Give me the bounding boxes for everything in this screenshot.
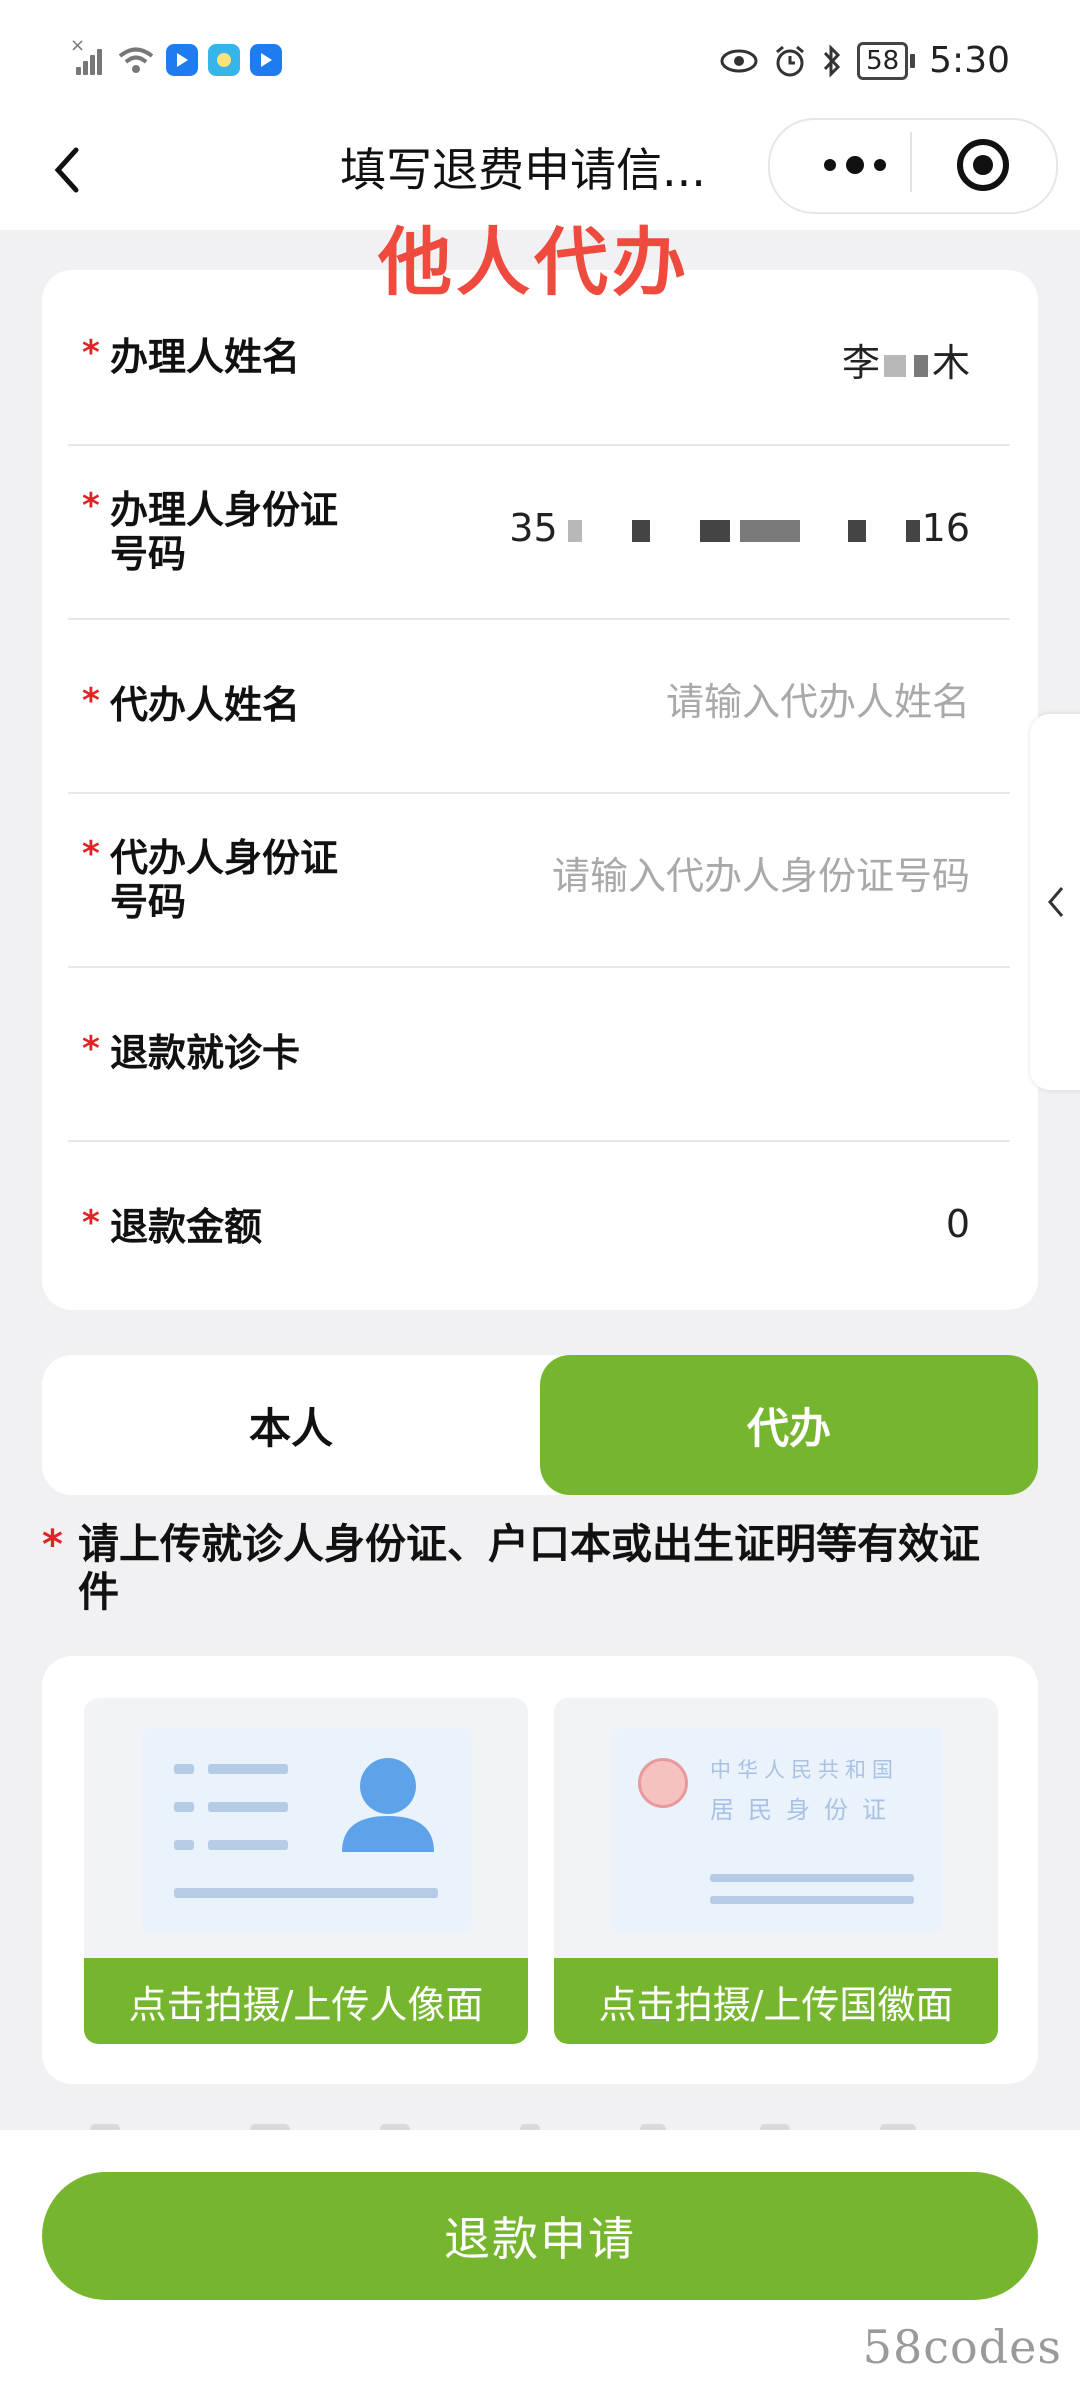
agent-id-field-wrap	[370, 854, 970, 898]
status-time: 5:30	[929, 40, 1010, 81]
field-label: * 退款就诊卡	[82, 1029, 301, 1075]
upload-front-box[interactable]: 点击拍摄/上传人像面	[84, 1698, 528, 2044]
field-label: * 代办人身份证 号码	[82, 834, 339, 924]
upload-instruction: 请上传就诊人身份证、户口本或出生证明等有效证件	[78, 1520, 980, 1616]
field-label: * 办理人姓名	[82, 333, 301, 379]
bluetooth-icon	[823, 43, 841, 78]
agent-name-input[interactable]	[450, 680, 970, 724]
form-row-handler-id: * 办理人身份证 号码 35 16	[68, 444, 1010, 620]
required-mark: *	[82, 834, 100, 874]
status-right-icons: 58 5:30	[719, 40, 1010, 81]
app-notification-icon	[166, 44, 198, 76]
alarm-icon	[776, 45, 805, 76]
eye-icon	[720, 49, 758, 72]
id-card-back-illustration: 中华人民共和国 居民身份证	[612, 1728, 942, 1932]
required-mark: *	[82, 681, 100, 721]
chevron-left-icon	[54, 147, 79, 193]
upload-back-button[interactable]: 点击拍摄/上传国徽面	[554, 1958, 998, 2044]
form-row-refund-card[interactable]: * 退款就诊卡	[68, 966, 1010, 1142]
field-label: * 退款金额	[82, 1203, 263, 1249]
toggle-agent[interactable]: 代办	[540, 1355, 1038, 1495]
weather-notification-icon	[208, 44, 240, 76]
wifi-icon	[118, 47, 154, 73]
required-mark: *	[82, 333, 100, 373]
national-emblem-icon	[638, 1758, 688, 1808]
required-mark: *	[42, 1522, 63, 1568]
agent-id-input[interactable]	[370, 854, 970, 898]
form-row-agent-id: * 代办人身份证 号码	[68, 792, 1010, 968]
close-mini-program-button[interactable]	[955, 137, 1011, 193]
form-row-refund-amount: * 退款金额 0	[68, 1140, 1010, 1314]
id-card-title-line1: 中华人民共和国	[710, 1758, 899, 1782]
chevron-left-icon	[1048, 887, 1064, 917]
battery-level: 58	[857, 41, 909, 80]
battery-icon: 58	[857, 41, 916, 80]
required-mark: *	[82, 1203, 100, 1243]
back-button[interactable]	[40, 140, 100, 200]
handwritten-note-overlay: 他人代办	[378, 220, 690, 306]
upload-back-box[interactable]: 中华人民共和国 居民身份证 点击拍摄/上传国徽面	[554, 1698, 998, 2044]
status-left-icons: ×	[70, 35, 282, 76]
refund-submit-button[interactable]: 退款申请	[42, 2172, 1038, 2300]
side-drawer-handle[interactable]	[1030, 714, 1080, 1090]
capsule-divider	[910, 132, 912, 192]
id-card-front-icon	[174, 1758, 438, 1898]
id-card-front-illustration	[142, 1728, 472, 1932]
id-card-title-line2: 居民身份证	[710, 1796, 900, 1824]
required-mark: *	[82, 486, 100, 526]
handler-name-value[interactable]: 李木	[842, 332, 970, 387]
app-notification-icon-2	[250, 44, 282, 76]
target-icon	[957, 139, 1009, 191]
page-title: 填写退费申请信...	[340, 143, 706, 197]
handler-id-value[interactable]: 35 16	[509, 506, 970, 550]
field-label: * 办理人身份证 号码	[82, 486, 339, 576]
signal-icon: ×	[70, 35, 106, 75]
refund-amount-value: 0	[945, 1202, 970, 1246]
toggle-self[interactable]: 本人	[42, 1355, 540, 1495]
field-label: * 代办人姓名	[82, 681, 301, 727]
form-row-agent-name: * 代办人姓名	[68, 618, 1010, 794]
required-mark: *	[82, 1029, 100, 1069]
watermark: 58codes	[862, 2320, 1062, 2374]
upload-front-button[interactable]: 点击拍摄/上传人像面	[84, 1958, 528, 2044]
more-button[interactable]	[800, 140, 910, 190]
agent-name-field-wrap	[450, 680, 970, 724]
